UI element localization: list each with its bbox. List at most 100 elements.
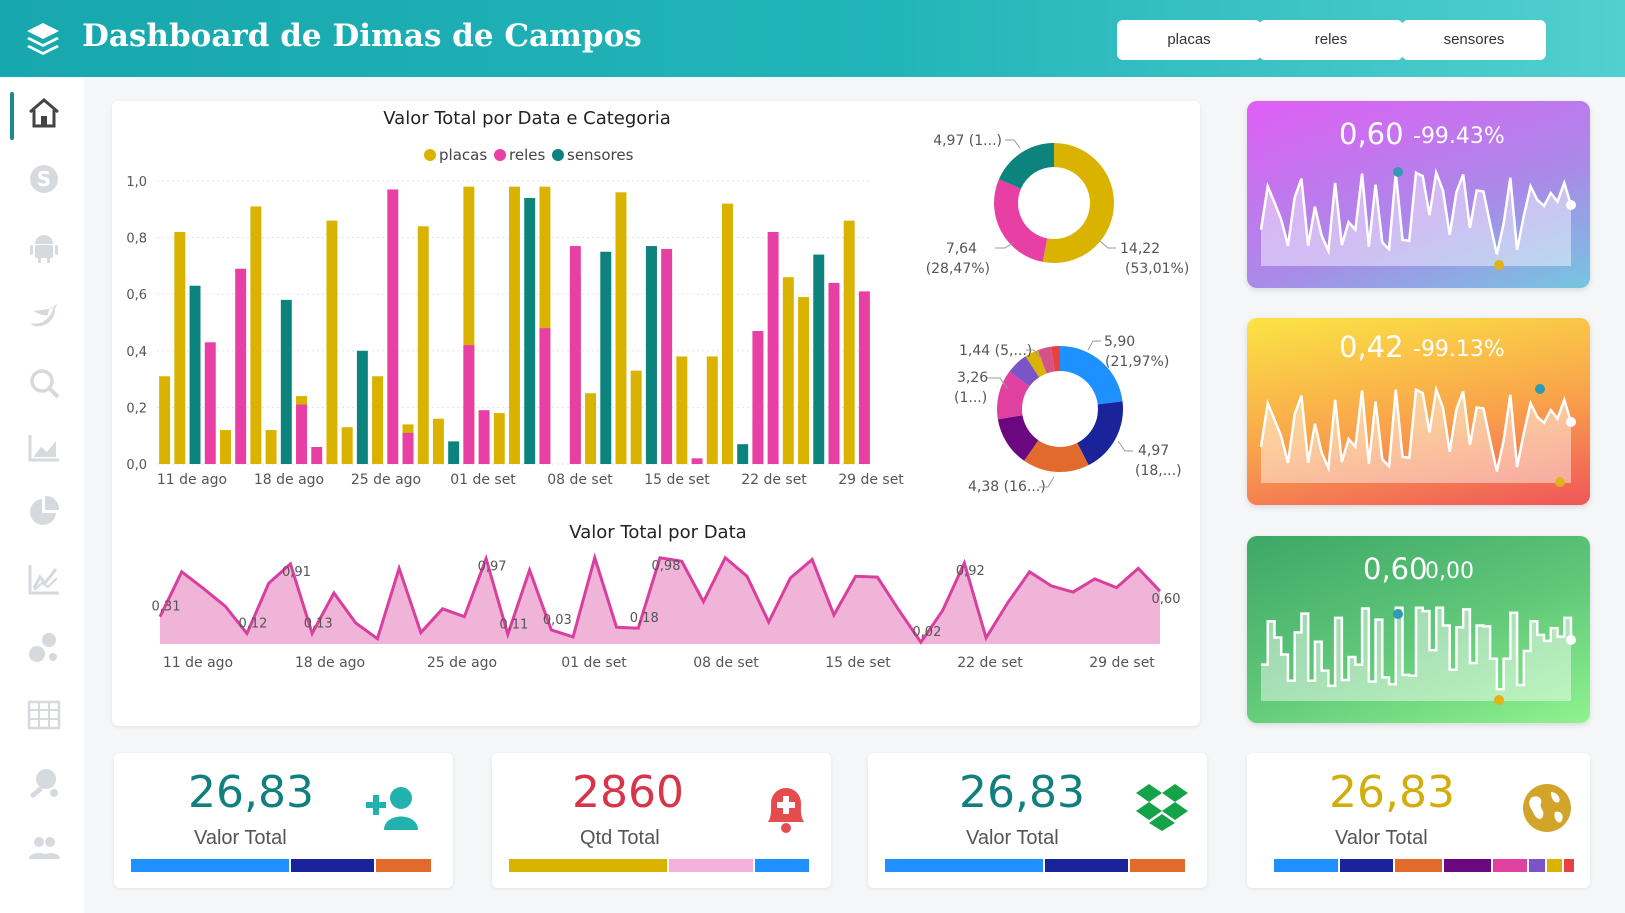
x-tick-label: 18 de ago <box>254 472 324 488</box>
legend-label-reles[interactable]: reles <box>509 146 545 164</box>
bar-reles <box>463 345 475 464</box>
kpi-2-value: 2860 <box>572 767 684 818</box>
area-x-tick-label: 01 de set <box>561 655 627 671</box>
bar-placas <box>372 376 384 464</box>
add-user-icon <box>366 787 418 830</box>
skype-icon[interactable]: S <box>26 161 62 197</box>
area-x-axis: 11 de ago 18 de ago 25 de ago 01 de set 08 d… <box>163 655 1155 671</box>
bar-sensores <box>189 285 201 464</box>
x-tick-label: 22 de set <box>741 472 807 488</box>
bar-reles <box>828 282 840 464</box>
area-point-label: 0,97 <box>478 560 507 575</box>
kpi-4-value: 26,83 <box>1329 767 1455 818</box>
donut2-label-2-value: 3,26 <box>957 370 988 386</box>
spark-card-1: 0,60 -99.43% <box>1247 101 1590 288</box>
legend-dot-placas <box>424 149 436 161</box>
bar-reles <box>767 231 779 464</box>
bar-placas <box>782 277 794 464</box>
legend-label-sensores[interactable]: sensores <box>567 146 634 164</box>
bar-placas <box>174 231 186 464</box>
ping-pong-icon[interactable] <box>26 765 62 801</box>
kpi-card-3: 26,83 Valor Total <box>868 753 1207 888</box>
kpi-4-bar-seg-3 <box>1395 859 1442 872</box>
bar-placas <box>219 430 231 464</box>
bar-sensores <box>280 299 292 464</box>
filter-button-sensores[interactable]: sensores <box>1402 20 1546 60</box>
kpi-3-bar-seg-3 <box>1130 859 1185 872</box>
kpi-3-label: Valor Total <box>966 827 1059 849</box>
filter-button-reles[interactable]: reles <box>1259 20 1403 60</box>
donut1-label-placas-pct: (53,01%) <box>1125 261 1189 277</box>
spark-card-2: 0,42 -99.13% <box>1247 318 1590 505</box>
filter-button-placas[interactable]: placas <box>1117 20 1261 60</box>
legend-label-placas[interactable]: placas <box>439 146 487 164</box>
kpi-1-label: Valor Total <box>194 827 287 849</box>
bar-placas <box>798 297 810 464</box>
spark-card-3: 0,60 0,00 <box>1247 536 1590 723</box>
y-tick-label: 0,4 <box>126 345 147 360</box>
donut2-label-4-value: 5,90 <box>1104 334 1135 350</box>
spark-1-chart <box>1259 167 1576 270</box>
bar-reles <box>235 268 247 464</box>
area-x-tick-label: 11 de ago <box>163 655 233 671</box>
bell-plus-icon <box>768 788 804 833</box>
kpi-2-bar <box>509 859 811 872</box>
table-icon[interactable] <box>26 697 62 733</box>
kpi-2-label: Qtd Total <box>580 827 660 849</box>
spark-min-dot <box>1494 695 1504 705</box>
home-icon[interactable] <box>26 95 62 131</box>
area-point-label: 0,92 <box>956 564 985 579</box>
area-point-label: 0,02 <box>912 625 941 640</box>
kpi-4-label: Valor Total <box>1335 827 1428 849</box>
kpi-3-bar <box>885 859 1187 872</box>
spark-max-dot <box>1535 384 1545 394</box>
x-tick-label: 29 de set <box>838 472 904 488</box>
bar-placas <box>722 203 733 464</box>
bar-placas <box>509 186 520 464</box>
bubbles-icon[interactable] <box>26 629 62 665</box>
donut2-label-5-pct: (18,...) <box>1135 463 1182 479</box>
bar-reles <box>661 248 673 464</box>
pie-chart-icon[interactable] <box>26 493 62 529</box>
area-x-tick-label: 18 de ago <box>295 655 365 671</box>
android-icon[interactable] <box>26 229 62 265</box>
donut-chart-1 <box>994 143 1115 263</box>
area-chart-icon[interactable] <box>26 429 62 465</box>
spark-min-dot <box>1555 477 1565 487</box>
bar-sensores <box>737 444 749 464</box>
kpi-1-bar <box>131 859 433 872</box>
area-point-label: 0,91 <box>282 565 311 580</box>
bar-reles <box>402 432 414 464</box>
bar-reles <box>752 330 764 464</box>
donut1-label-sensores: 4,97 (1...) <box>933 133 1002 149</box>
spark-2-chart <box>1259 384 1576 487</box>
search-icon[interactable] <box>26 365 62 401</box>
active-indicator <box>10 92 14 140</box>
bar-placas <box>493 413 505 464</box>
bar-y-axis: 1,0 0,8 0,6 0,4 0,2 0,0 <box>126 175 147 473</box>
bar-reles <box>569 246 581 464</box>
x-tick-label: 15 de set <box>644 472 710 488</box>
y-tick-label: 0,2 <box>126 401 147 416</box>
area-point-label: 0,98 <box>652 559 681 574</box>
users-icon[interactable] <box>26 829 62 865</box>
area-x-tick-label: 29 de set <box>1089 655 1155 671</box>
bar-placas <box>265 430 277 464</box>
y-tick-label: 0,0 <box>126 458 147 473</box>
bar-sensores <box>356 350 368 464</box>
main-charts-svg: Valor Total por Data e Categoria placas … <box>126 108 1189 671</box>
bar-placas <box>630 370 642 464</box>
bar-reles <box>539 328 551 464</box>
spark-area <box>1261 172 1571 266</box>
main-chart-card: Valor Total por Data e Categoria placas … <box>112 101 1200 726</box>
line-chart-icon[interactable] <box>26 561 62 597</box>
y-tick-label: 0,8 <box>126 232 147 247</box>
spark-last-dot <box>1566 200 1576 210</box>
bar-placas <box>417 226 429 464</box>
bar-placas <box>250 206 262 464</box>
twitter-icon[interactable] <box>26 297 62 333</box>
area-point-label: 0,03 <box>543 613 572 628</box>
y-tick-label: 1,0 <box>126 175 147 190</box>
bar-placas <box>615 192 627 464</box>
spark-max-dot <box>1393 609 1403 619</box>
